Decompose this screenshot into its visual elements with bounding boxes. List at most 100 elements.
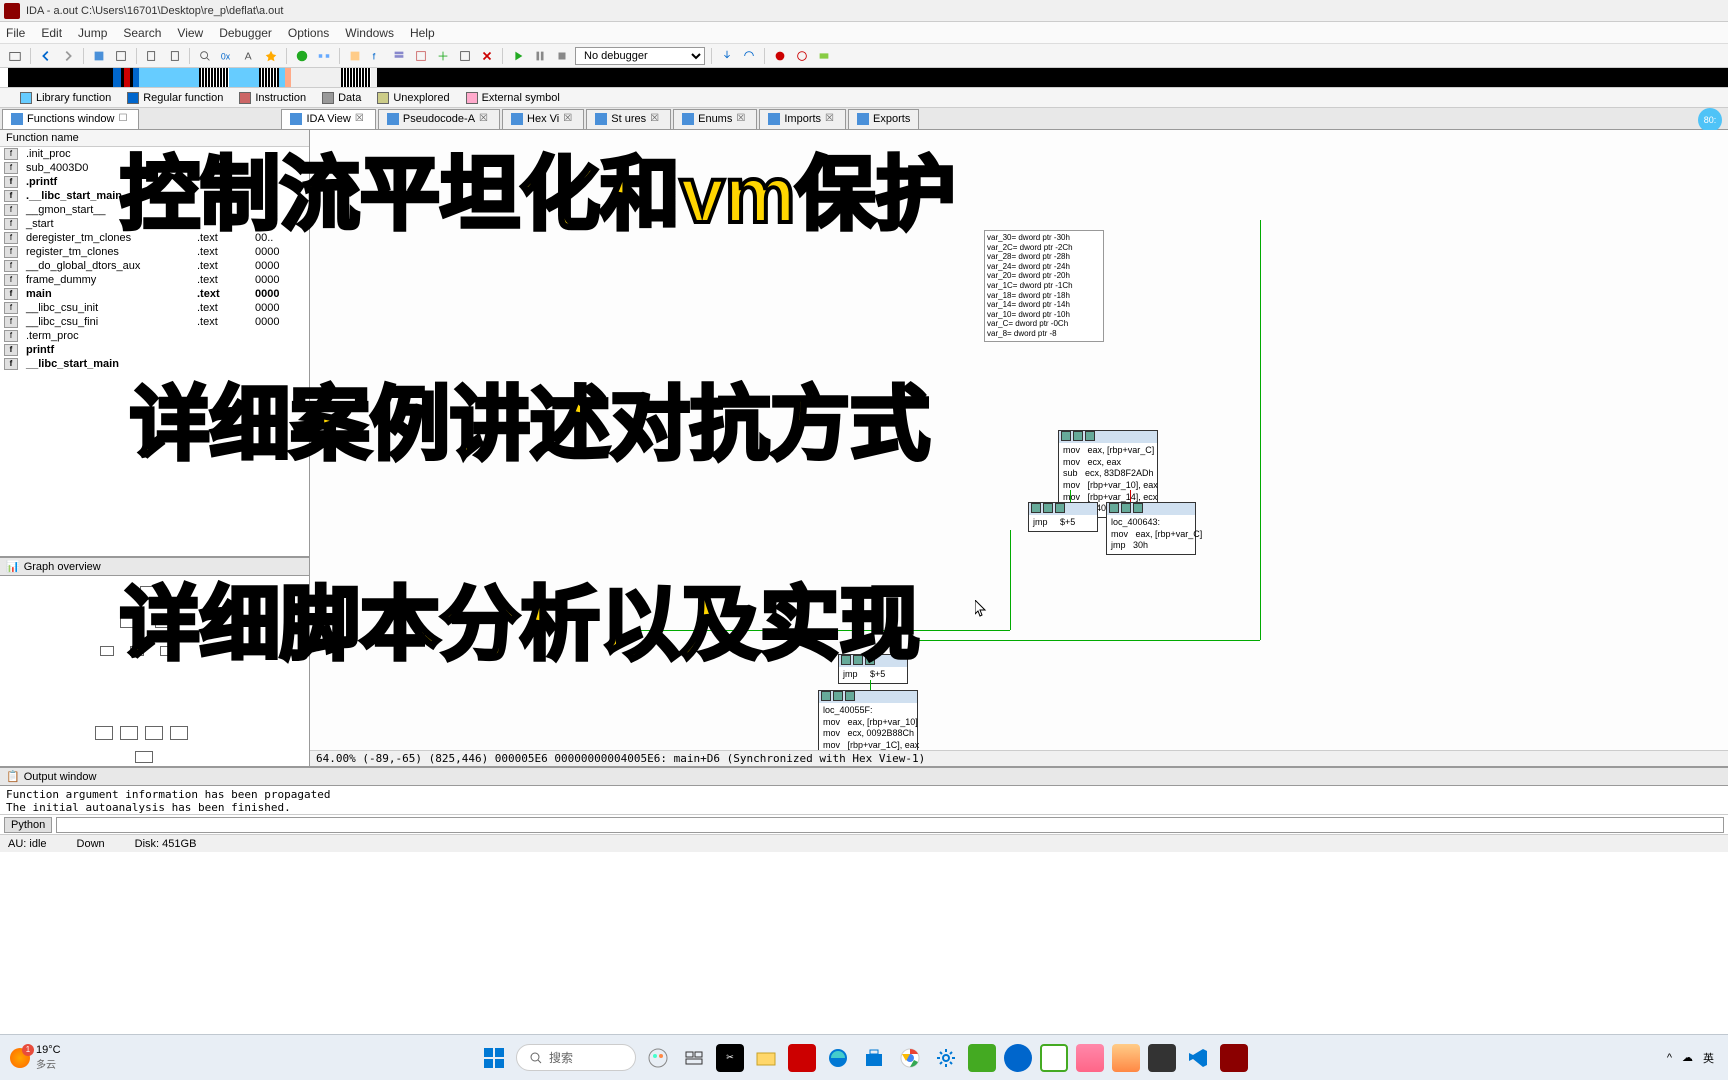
bp3-button[interactable]	[815, 47, 833, 65]
close-icon[interactable]: ☒	[736, 113, 748, 125]
close-icon[interactable]: ☒	[355, 113, 367, 125]
tab-idaview[interactable]: IDA View☒	[281, 109, 375, 129]
capcut-icon[interactable]: ✂	[716, 1044, 744, 1072]
tab-hexview[interactable]: Hex Vi☒	[502, 109, 584, 129]
explorer-icon[interactable]	[752, 1044, 780, 1072]
function-row[interactable]: fmain.text0000	[0, 287, 309, 301]
hex-button[interactable]: 0x	[218, 47, 236, 65]
tab-structures[interactable]: St ures☒	[586, 109, 671, 129]
menu-edit[interactable]: Edit	[41, 26, 62, 40]
pause-button[interactable]	[531, 47, 549, 65]
navigation-bar[interactable]	[0, 68, 1728, 88]
tool-btn-1[interactable]	[90, 47, 108, 65]
function-row[interactable]: f.term_proc	[0, 329, 309, 343]
menu-jump[interactable]: Jump	[78, 26, 107, 40]
copilot-icon[interactable]	[644, 1044, 672, 1072]
search-button[interactable]	[196, 47, 214, 65]
task-view-icon[interactable]	[680, 1044, 708, 1072]
enum-button[interactable]	[412, 47, 430, 65]
stop-button[interactable]	[553, 47, 571, 65]
bp2-button[interactable]	[793, 47, 811, 65]
vscode-icon[interactable]	[1184, 1044, 1212, 1072]
functions-list[interactable]: f.init_procfsub_4003D0f.printff.__libc_s…	[0, 147, 309, 556]
tray-cloud-icon[interactable]: ☁	[1682, 1051, 1693, 1064]
python-label[interactable]: Python	[4, 817, 52, 833]
debugger-select[interactable]: No debugger	[575, 47, 705, 65]
close-icon[interactable]: ☒	[650, 113, 662, 125]
graph-node[interactable]: jmp $+5	[1028, 502, 1098, 532]
close-icon[interactable]: ☒	[563, 113, 575, 125]
menu-options[interactable]: Options	[288, 26, 329, 40]
script-button[interactable]	[456, 47, 474, 65]
close-icon[interactable]: ☐	[118, 113, 130, 125]
app-icon-6[interactable]	[1112, 1044, 1140, 1072]
app-icon-2[interactable]	[968, 1044, 996, 1072]
forward-button[interactable]	[59, 47, 77, 65]
tab-exports[interactable]: Exports	[848, 109, 919, 129]
function-row[interactable]: fsub_4003D0	[0, 161, 309, 175]
edge-icon[interactable]	[824, 1044, 852, 1072]
functions-column-header[interactable]: Function name	[0, 130, 309, 147]
menu-windows[interactable]: Windows	[345, 26, 394, 40]
mark-button[interactable]	[346, 47, 364, 65]
store-icon[interactable]	[860, 1044, 888, 1072]
back-button[interactable]	[37, 47, 55, 65]
app-icon-4[interactable]	[1040, 1044, 1068, 1072]
ida-taskbar-icon[interactable]	[1220, 1044, 1248, 1072]
paste-button[interactable]	[165, 47, 183, 65]
function-row[interactable]: f__gmon_start__	[0, 203, 309, 217]
function-row[interactable]: fderegister_tm_clones.text00..	[0, 231, 309, 245]
text-button[interactable]: A	[240, 47, 258, 65]
circle-green-button[interactable]	[293, 47, 311, 65]
tab-functions[interactable]: Functions window☐	[2, 109, 139, 129]
func-button[interactable]: f	[368, 47, 386, 65]
function-row[interactable]: f__libc_csu_init.text0000	[0, 301, 309, 315]
clear-button[interactable]	[478, 47, 496, 65]
function-row[interactable]: fregister_tm_clones.text0000	[0, 245, 309, 259]
function-row[interactable]: f__libc_start_main	[0, 357, 309, 371]
taskbar-search[interactable]: 搜索	[516, 1044, 636, 1071]
struct-button[interactable]	[390, 47, 408, 65]
settings-icon[interactable]	[932, 1044, 960, 1072]
run-button[interactable]	[509, 47, 527, 65]
star-button[interactable]	[262, 47, 280, 65]
close-icon[interactable]: ☒	[479, 113, 491, 125]
app-icon-5[interactable]	[1076, 1044, 1104, 1072]
menu-view[interactable]: View	[177, 26, 203, 40]
tab-enums[interactable]: Enums☒	[673, 109, 757, 129]
function-row[interactable]: f.__libc_start_main	[0, 189, 309, 203]
graph-node[interactable]: jmp $+5	[838, 654, 908, 684]
system-tray[interactable]: ^ ☁ 英	[1653, 1050, 1728, 1066]
menu-help[interactable]: Help	[410, 26, 435, 40]
copy-button[interactable]	[143, 47, 161, 65]
app-icon-3[interactable]	[1004, 1044, 1032, 1072]
weather-widget[interactable]: 19°C 多云	[0, 1044, 71, 1071]
graph-node[interactable]: loc_400643: mov eax, [rbp+var_C] jmp 30h	[1106, 502, 1196, 555]
app-icon-7[interactable]	[1148, 1044, 1176, 1072]
tool-btn-2[interactable]	[112, 47, 130, 65]
function-row[interactable]: f__libc_csu_fini.text0000	[0, 315, 309, 329]
graph-button[interactable]	[315, 47, 333, 65]
step-over-button[interactable]	[740, 47, 758, 65]
close-icon[interactable]: ☒	[825, 113, 837, 125]
function-row[interactable]: fprintf	[0, 343, 309, 357]
tray-chevron-icon[interactable]: ^	[1667, 1052, 1672, 1064]
tab-pseudocode[interactable]: Pseudocode-A☒	[378, 109, 500, 129]
chrome-icon[interactable]	[896, 1044, 924, 1072]
menu-debugger[interactable]: Debugger	[219, 26, 272, 40]
function-row[interactable]: f.init_proc	[0, 147, 309, 161]
tab-imports[interactable]: Imports☒	[759, 109, 846, 129]
xref-button[interactable]	[434, 47, 452, 65]
open-button[interactable]	[6, 47, 24, 65]
start-button[interactable]	[480, 1044, 508, 1072]
menu-file[interactable]: File	[6, 26, 25, 40]
function-row[interactable]: f.printf	[0, 175, 309, 189]
graph-node[interactable]: loc_40055F: mov eax, [rbp+var_10] mov ec…	[818, 690, 918, 755]
function-row[interactable]: fframe_dummy.text0000	[0, 273, 309, 287]
tray-lang[interactable]: 英	[1703, 1050, 1714, 1066]
step-in-button[interactable]	[718, 47, 736, 65]
app-icon-1[interactable]	[788, 1044, 816, 1072]
function-row[interactable]: f_start	[0, 217, 309, 231]
output-text[interactable]: Function argument information has been p…	[0, 786, 1728, 814]
function-row[interactable]: f__do_global_dtors_aux.text0000	[0, 259, 309, 273]
